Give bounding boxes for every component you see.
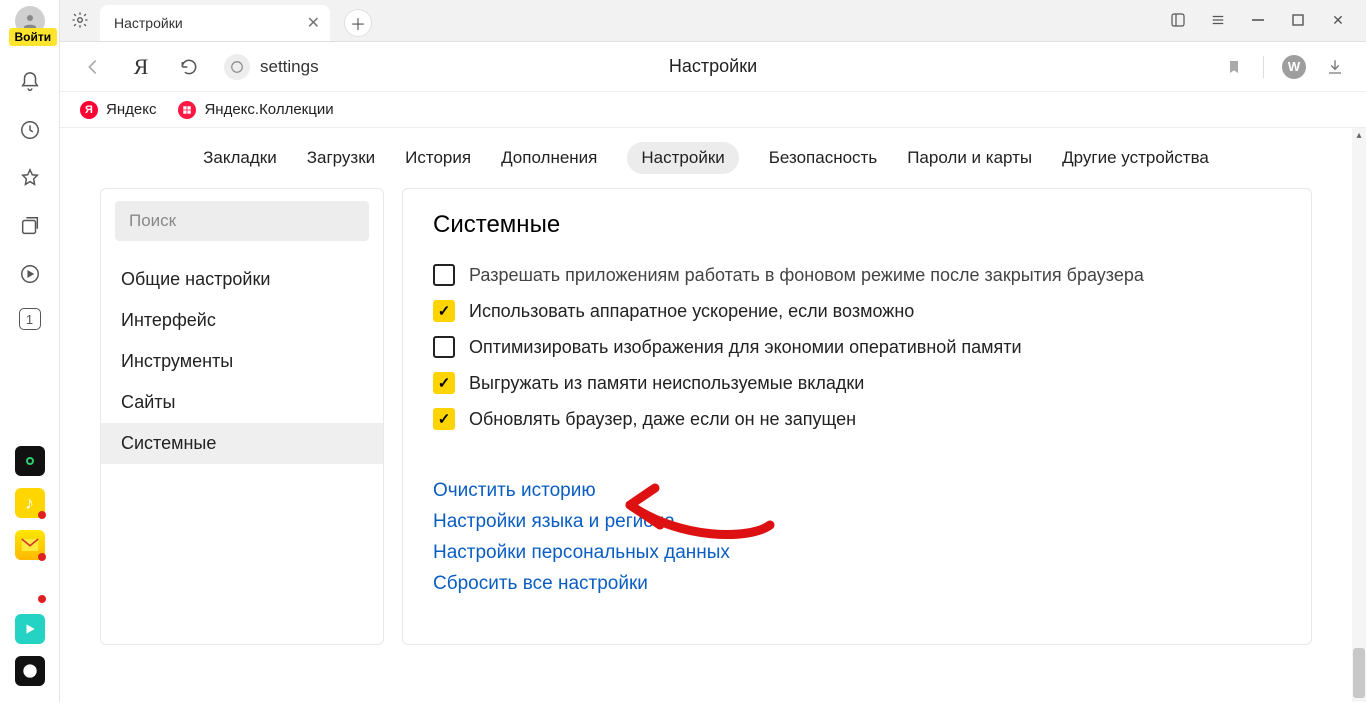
url-text[interactable]: settings — [260, 57, 319, 77]
window-minimize-icon[interactable] — [1238, 0, 1278, 41]
window-close-icon[interactable]: ✕ — [1318, 0, 1358, 41]
option-label: Оптимизировать изображения для экономии … — [469, 337, 1022, 358]
option-label: Обновлять браузер, даже если он не запущ… — [469, 409, 856, 430]
separator — [1263, 56, 1264, 78]
mail-app-tile[interactable] — [15, 530, 45, 560]
login-badge[interactable]: Войти — [9, 28, 58, 46]
browser-sidebar: Войти 1 ♪ ＋ — [0, 0, 60, 702]
add-app-tile[interactable]: ＋ — [15, 572, 45, 602]
checkbox-icon[interactable] — [433, 336, 455, 358]
window-maximize-icon[interactable] — [1278, 0, 1318, 41]
new-tab-button[interactable]: ＋ — [344, 9, 372, 37]
action-links: Очистить историю Настройки языка и регио… — [403, 437, 1311, 595]
scrollbar-track[interactable]: ▴ — [1352, 128, 1366, 702]
address-bar-row: Я settings Настройки W — [60, 42, 1366, 92]
bookmark-yandex-collections[interactable]: Яндекс.Коллекции — [178, 101, 333, 119]
alice-app-tile[interactable] — [15, 656, 45, 686]
lp-general[interactable]: Общие настройки — [101, 259, 383, 300]
option-background-apps[interactable]: Разрешать приложениям работать в фоновом… — [403, 257, 1311, 293]
nav-passwords[interactable]: Пароли и карты — [907, 148, 1032, 168]
lp-interface[interactable]: Интерфейс — [101, 300, 383, 341]
nav-addons[interactable]: Дополнения — [501, 148, 597, 168]
sidebar-toggle-icon[interactable] — [1158, 0, 1198, 41]
account-avatar-wrap[interactable]: Войти — [15, 6, 45, 36]
menu-icon[interactable] — [1198, 0, 1238, 41]
nav-settings[interactable]: Настройки — [627, 142, 738, 174]
page-title: Настройки — [669, 56, 757, 77]
music-app-tile[interactable]: ♪ — [15, 488, 45, 518]
yandex-favicon-icon: Я — [80, 101, 98, 119]
media-app-tile[interactable] — [15, 614, 45, 644]
bell-icon[interactable] — [16, 68, 44, 96]
nav-history[interactable]: История — [405, 148, 471, 168]
scroll-up-icon[interactable]: ▴ — [1352, 128, 1366, 142]
option-label: Разрешать приложениям работать в фоновом… — [469, 265, 1144, 286]
scroll-thumb[interactable] — [1353, 648, 1365, 698]
search-placeholder: Поиск — [129, 211, 176, 231]
checkbox-icon[interactable] — [433, 264, 455, 286]
back-button-icon[interactable] — [80, 54, 106, 80]
tab-strip: Настройки ✕ ＋ ✕ — [60, 0, 1366, 42]
camera-app-tile[interactable] — [15, 446, 45, 476]
collections-icon[interactable] — [16, 212, 44, 240]
lp-system[interactable]: Системные — [101, 423, 383, 464]
sidebar-bottom-cluster: ♪ ＋ — [15, 440, 45, 692]
window-controls: ✕ — [1158, 0, 1366, 41]
notebook-count-label: 1 — [26, 312, 33, 327]
checkbox-icon[interactable] — [433, 408, 455, 430]
bookmark-page-icon[interactable] — [1223, 56, 1245, 78]
option-hardware-accel[interactable]: Использовать аппаратное ускорение, если … — [403, 293, 1311, 329]
link-clear-history[interactable]: Очистить историю — [433, 480, 1311, 502]
link-personal-data[interactable]: Настройки персональных данных — [433, 542, 1311, 564]
bookmark-yandex[interactable]: Я Яндекс — [80, 101, 156, 119]
site-identity-icon[interactable] — [224, 54, 250, 80]
link-reset-settings[interactable]: Сбросить все настройки — [433, 573, 1311, 595]
settings-left-panel: Поиск Общие настройки Интерфейс Инструме… — [100, 188, 384, 645]
bookmarks-bar: Я Яндекс Яндекс.Коллекции — [60, 92, 1366, 128]
collections-favicon-icon — [178, 101, 196, 119]
extension-w-badge[interactable]: W — [1282, 55, 1306, 79]
settings-top-nav: Закладки Загрузки История Дополнения Нас… — [60, 128, 1352, 188]
nav-downloads[interactable]: Загрузки — [307, 148, 375, 168]
section-heading: Системные — [403, 211, 1311, 257]
option-label: Использовать аппаратное ускорение, если … — [469, 301, 914, 322]
settings-content: Закладки Загрузки История Дополнения Нас… — [60, 128, 1352, 702]
ya-logo-icon[interactable]: Я — [128, 54, 154, 80]
option-unload-tabs[interactable]: Выгружать из памяти неиспользуемые вклад… — [403, 365, 1311, 401]
downloads-icon[interactable] — [1324, 56, 1346, 78]
browser-tab[interactable]: Настройки ✕ — [100, 5, 330, 41]
nav-devices[interactable]: Другие устройства — [1062, 148, 1209, 168]
favorites-star-icon[interactable] — [16, 164, 44, 192]
option-optimize-images[interactable]: Оптимизировать изображения для экономии … — [403, 329, 1311, 365]
history-icon[interactable] — [16, 116, 44, 144]
bookmark-label: Яндекс — [106, 101, 156, 118]
settings-right-panel: Системные Разрешать приложениям работать… — [402, 188, 1312, 645]
lp-sites[interactable]: Сайты — [101, 382, 383, 423]
tab-close-icon[interactable]: ✕ — [307, 13, 320, 33]
browser-settings-gear-icon[interactable] — [60, 0, 100, 41]
nav-bookmarks[interactable]: Закладки — [203, 148, 277, 168]
bookmark-label: Яндекс.Коллекции — [204, 101, 333, 118]
lp-tools[interactable]: Инструменты — [101, 341, 383, 382]
link-lang-region[interactable]: Настройки языка и региона — [433, 511, 1311, 533]
play-later-icon[interactable] — [16, 260, 44, 288]
nav-security[interactable]: Безопасность — [769, 148, 877, 168]
checkbox-icon[interactable] — [433, 300, 455, 322]
checkbox-icon[interactable] — [433, 372, 455, 394]
tab-title: Настройки — [114, 15, 183, 31]
notebook-count-icon[interactable]: 1 — [19, 308, 41, 330]
option-auto-update[interactable]: Обновлять браузер, даже если он не запущ… — [403, 401, 1311, 437]
reload-icon[interactable] — [176, 54, 202, 80]
settings-search-input[interactable]: Поиск — [115, 201, 369, 241]
option-label: Выгружать из памяти неиспользуемые вклад… — [469, 373, 864, 394]
